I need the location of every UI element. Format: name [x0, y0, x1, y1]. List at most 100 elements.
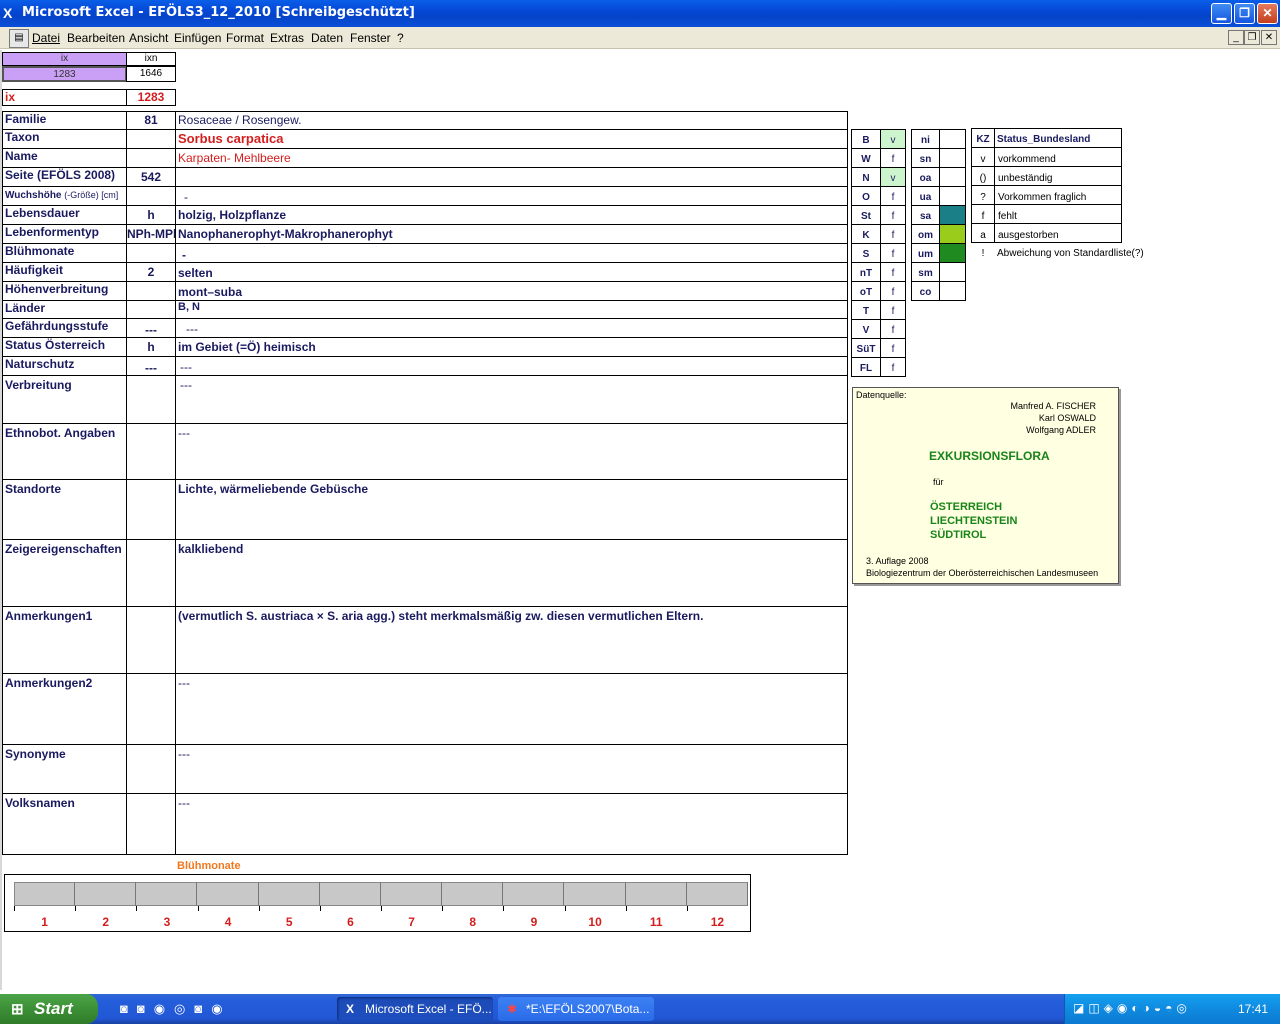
ix-label-cell[interactable]: ix [2, 89, 127, 106]
value-wuchshoehe[interactable]: - [175, 186, 848, 206]
label-haeufigkeit[interactable]: Häufigkeit [2, 262, 127, 282]
value-naturschutz[interactable]: --- [175, 356, 848, 376]
state-status-10[interactable]: f [880, 319, 906, 339]
region-code-8[interactable]: co [911, 281, 940, 301]
ix-value-cell[interactable]: 1283 [2, 66, 127, 82]
region-color-8[interactable] [939, 281, 966, 301]
state-code-7[interactable]: nT [851, 262, 881, 282]
ixn-header[interactable]: ixn [126, 52, 176, 66]
region-code-0[interactable]: ni [911, 129, 940, 149]
state-code-11[interactable]: SüT [851, 338, 881, 358]
restore-button[interactable]: ❐ [1234, 3, 1255, 24]
code-taxon[interactable] [126, 129, 176, 149]
label-volksnamen[interactable]: Volksnamen [2, 793, 127, 855]
region-code-5[interactable]: om [911, 224, 940, 244]
menu-daten[interactable]: Daten [311, 31, 343, 45]
legend-text-0[interactable]: vorkommend [994, 147, 1122, 167]
value-volksnamen[interactable]: --- [175, 793, 848, 855]
region-color-6[interactable] [939, 243, 966, 263]
state-code-6[interactable]: S [851, 243, 881, 263]
code-lebensdauer[interactable]: h [126, 205, 176, 225]
label-standorte[interactable]: Standorte [2, 479, 127, 540]
code-ethnobot[interactable] [126, 423, 176, 480]
label-familie[interactable]: Familie [2, 111, 127, 130]
legend-header-status[interactable]: Status_Bundesland [994, 128, 1122, 148]
legend-header-kz[interactable]: KZ [971, 128, 995, 148]
region-color-0[interactable] [939, 129, 966, 149]
label-name[interactable]: Name [2, 148, 127, 168]
ix-header[interactable]: ix [2, 52, 127, 66]
label-ethnobot[interactable]: Ethnobot. Angaben [2, 423, 127, 480]
value-standorte[interactable]: Lichte, wärmeliebende Gebüsche [175, 479, 848, 540]
ix-number-cell[interactable]: 1283 [126, 89, 176, 106]
region-color-7[interactable] [939, 262, 966, 282]
menu-extras[interactable]: Extras [270, 31, 304, 45]
code-hoehenverbreitung[interactable] [126, 281, 176, 301]
legend-text-1[interactable]: unbeständig [994, 166, 1122, 186]
legend-text-5[interactable]: Abweichung von Standardliste(?) [994, 242, 1144, 262]
value-hoehenverbreitung[interactable]: mont–suba [175, 281, 848, 301]
state-code-4[interactable]: St [851, 205, 881, 225]
value-synonyme[interactable]: --- [175, 744, 848, 794]
task-explorer[interactable]: ✱ *E:\EFÖLS2007\Bota... [498, 997, 654, 1021]
state-status-7[interactable]: f [880, 262, 906, 282]
value-haeufigkeit[interactable]: selten [175, 262, 848, 282]
menu-format[interactable]: Format [226, 31, 264, 45]
menu-einfuegen[interactable]: Einfügen [174, 31, 221, 45]
label-seite[interactable]: Seite (EFÖLS 2008) [2, 167, 127, 187]
doc-minimize-button[interactable]: _ [1228, 30, 1244, 45]
legend-kz-5[interactable]: ! [971, 242, 995, 262]
value-lebenformentyp[interactable]: Nanophanerophyt-Makrophanerophyt [175, 224, 848, 244]
value-anmerkungen1[interactable]: (vermutlich S. austriaca × S. aria agg.)… [175, 606, 848, 674]
value-laender[interactable]: B, N [175, 300, 848, 319]
value-taxon[interactable]: Sorbus carpatica [175, 129, 848, 149]
state-status-1[interactable]: f [880, 148, 906, 168]
value-gefaehrdungsstufe[interactable]: --- [175, 318, 848, 338]
value-familie[interactable]: Rosaceae / Rosengew. [175, 111, 848, 130]
region-color-1[interactable] [939, 148, 966, 168]
code-standorte[interactable] [126, 479, 176, 540]
region-color-3[interactable] [939, 186, 966, 206]
state-status-0[interactable]: v [880, 129, 906, 149]
doc-restore-button[interactable]: ❐ [1244, 30, 1260, 45]
region-code-3[interactable]: ua [911, 186, 940, 206]
label-zeigereigenschaften[interactable]: Zeigereigenschaften [2, 539, 127, 607]
legend-kz-1[interactable]: () [971, 166, 995, 186]
code-lebenformentyp[interactable]: NPh-MPh [126, 224, 176, 244]
region-code-1[interactable]: sn [911, 148, 940, 168]
code-wuchshoehe[interactable] [126, 186, 176, 206]
state-code-12[interactable]: FL [851, 357, 881, 377]
task-excel[interactable]: X Microsoft Excel - EFÖ... [337, 997, 493, 1021]
state-status-12[interactable]: f [880, 357, 906, 377]
state-status-3[interactable]: f [880, 186, 906, 206]
region-color-5[interactable] [939, 224, 966, 244]
state-status-11[interactable]: f [880, 338, 906, 358]
label-lebensdauer[interactable]: Lebensdauer [2, 205, 127, 225]
state-status-5[interactable]: f [880, 224, 906, 244]
value-seite[interactable] [175, 167, 848, 187]
state-code-0[interactable]: B [851, 129, 881, 149]
state-code-10[interactable]: V [851, 319, 881, 339]
code-gefaehrdungsstufe[interactable]: --- [126, 318, 176, 338]
code-naturschutz[interactable]: --- [126, 356, 176, 376]
legend-text-2[interactable]: Vorkommen fraglich [994, 185, 1122, 205]
menu-help[interactable]: ? [397, 31, 404, 45]
state-code-8[interactable]: oT [851, 281, 881, 301]
document-icon[interactable]: ▤ [9, 29, 29, 48]
region-code-7[interactable]: sm [911, 262, 940, 282]
label-verbreitung[interactable]: Verbreitung [2, 375, 127, 424]
code-haeufigkeit[interactable]: 2 [126, 262, 176, 282]
code-status-oesterreich[interactable]: h [126, 337, 176, 357]
menu-fenster[interactable]: Fenster [350, 31, 391, 45]
minimize-button[interactable]: ▁ [1211, 3, 1232, 24]
legend-kz-0[interactable]: v [971, 147, 995, 167]
label-laender[interactable]: Länder [2, 300, 127, 319]
menu-ansicht[interactable]: Ansicht [129, 31, 168, 45]
region-color-2[interactable] [939, 167, 966, 187]
start-button[interactable]: ⊞ Start [0, 994, 98, 1024]
code-bluehmonate[interactable] [126, 243, 176, 263]
value-lebensdauer[interactable]: holzig, Holzpflanze [175, 205, 848, 225]
label-taxon[interactable]: Taxon [2, 129, 127, 149]
value-bluehmonate[interactable]: - [175, 243, 848, 263]
code-volksnamen[interactable] [126, 793, 176, 855]
